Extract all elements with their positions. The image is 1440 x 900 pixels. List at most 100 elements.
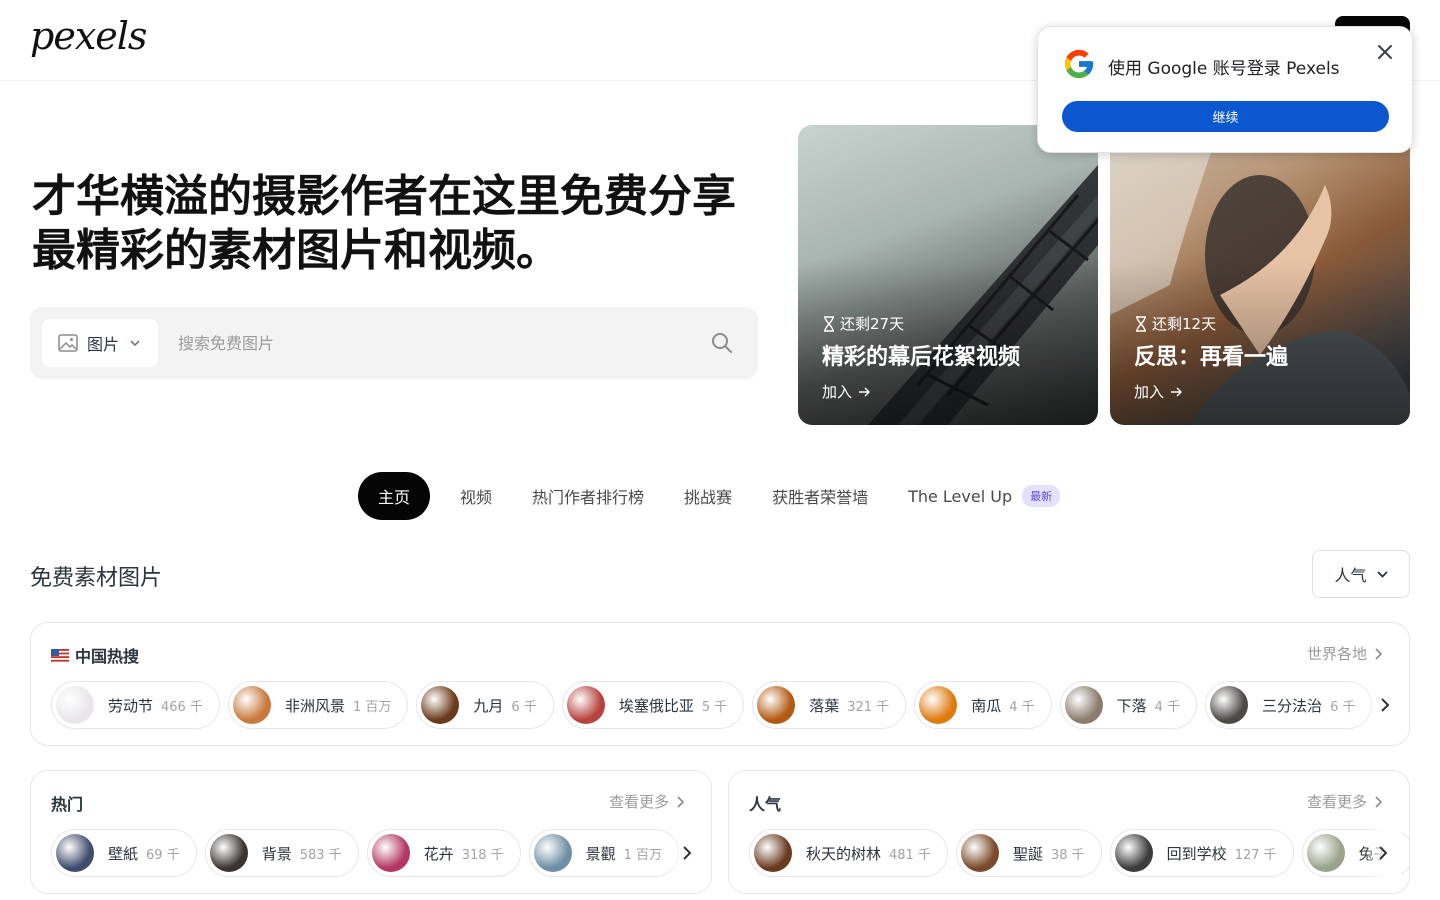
chip-thumbnail [209,834,248,872]
search-chip[interactable]: 三分法治 6 千 [1205,681,1373,729]
see-more-label: 查看更多 [609,793,670,811]
time-remaining: 还剩27天 [822,313,904,334]
see-more-link[interactable]: 世界各地 [1307,643,1383,664]
chip-count: 127 千 [1234,847,1277,863]
tab-level-up-label: The Level Up [908,486,1013,506]
search-chip[interactable]: 非洲风景 1 百万 [227,681,409,729]
challenge-title: 反思：再看一遍 [1134,345,1289,370]
hot-panel: 热门 查看更多 壁紙 69 千 背景 583 千 花卉 318 千 景觀 1 百万 [30,770,712,894]
tab-level-up[interactable]: The Level Up 最新 [888,472,1080,520]
panel-title: 热门 [51,791,83,815]
chip-thumbnail [1064,686,1103,724]
tab-hall-of-fame[interactable]: 获胜者荣誉墙 [752,472,888,520]
scroll-right-button[interactable] [1365,829,1401,877]
search-chip[interactable]: 壁紙 69 千 [51,829,197,877]
join-label: 加入 [1134,383,1165,401]
china-trending-panel: 中国热搜 世界各地 劳动节 466 千 非洲风景 1 百万 九月 6 千 埃塞俄比亚 5 千 落… [30,622,1410,746]
hourglass-icon [824,315,834,332]
chip-label: 回到学校 [1166,844,1227,863]
search-chip[interactable]: 落葉 321 千 [752,681,907,729]
chip-count: 466 千 [161,699,203,715]
panel-title-text: 热门 [51,795,84,814]
panel-title-text: 人气 [749,795,782,814]
chip-count: 6 千 [1330,699,1356,715]
chevron-down-icon [1376,570,1388,578]
chevron-down-icon [130,340,140,346]
chip-list: 秋天的树林481 千聖誕38 千回到学校127 千兔子 [749,829,1409,877]
tab-challenges[interactable]: 挑战赛 [664,472,752,520]
chip-count: 1 百万 [352,699,392,715]
chip-label: 壁紙 [108,844,139,863]
search-icon[interactable] [710,331,734,355]
search-type-label: 图片 [87,335,120,354]
search-chip[interactable]: 回到学校 127 千 [1109,829,1294,877]
search-chip[interactable]: 劳动节 466 千 [51,681,220,729]
search-chip[interactable]: 下落 4 千 [1059,681,1198,729]
chip-thumbnail [1210,686,1249,724]
close-icon[interactable] [1374,41,1396,63]
panel-title-text: 中国热搜 [75,647,140,666]
continue-button[interactable]: 继续 [1062,101,1389,132]
chip-label: 南瓜 [971,696,1002,715]
search-chip[interactable]: 南瓜 4 千 [914,681,1052,729]
search-chip[interactable]: 花卉 318 千 [366,829,521,877]
chip-thumbnail [533,834,572,872]
chip-thumbnail [232,686,271,724]
search-chip[interactable]: 埃塞俄比亚 5 千 [561,681,745,729]
sort-dropdown[interactable]: 人气 [1312,550,1410,598]
panel-title: 人气 [749,791,781,815]
chip-label: 非洲风景 [284,696,345,715]
tab-leaderboard[interactable]: 热门作者排行榜 [512,472,664,520]
chip-count: 1 百万 [623,847,663,863]
panel-title: 中国热搜 [51,643,139,667]
join-link[interactable]: 加入 [822,381,871,402]
chip-count: 5 千 [701,699,728,715]
google-signin-popup: 使用 Google 账号登录 Pexels 继续 [1037,26,1413,153]
chip-count: 321 千 [847,699,890,715]
chip-thumbnail [1114,834,1153,872]
chip-label: 埃塞俄比亚 [618,696,694,715]
search-chip[interactable]: 景觀 1 百万 [528,829,680,877]
image-icon [58,334,78,352]
chip-thumbnail [421,686,460,724]
chip-label: 花卉 [423,844,454,863]
chip-count: 481 千 [889,847,931,863]
join-link[interactable]: 加入 [1134,381,1183,402]
search-type-dropdown[interactable]: 图片 [42,319,158,367]
chip-label: 落葉 [809,696,840,715]
chip-count: 318 千 [461,847,504,863]
time-remaining: 还剩12天 [1134,313,1216,334]
chevron-right-icon [1378,846,1387,860]
chevron-right-icon [1375,647,1383,660]
chip-label: 下落 [1116,696,1147,715]
chip-thumbnail [919,686,958,724]
search-chip[interactable]: 九月 6 千 [416,681,554,729]
chevron-right-icon [1375,795,1383,808]
google-logo-icon [1064,49,1094,79]
pexels-logo[interactable]: pexels [30,14,147,58]
chip-label: 三分法治 [1262,696,1323,715]
search-chip[interactable]: 秋天的树林 481 千 [749,829,948,877]
chip-thumbnail [371,834,410,872]
arrow-right-icon [859,387,871,396]
search-chip[interactable]: 聖誕 38 千 [955,829,1102,877]
challenge-card[interactable]: 还剩27天 精彩的幕后花絮视频 加入 [798,125,1098,425]
chip-thumbnail [754,834,792,872]
chip-thumbnail [56,834,94,872]
tab-home[interactable]: 主页 [358,472,431,520]
scroll-right-button[interactable] [1367,681,1403,729]
challenge-card[interactable]: 还剩12天 反思：再看一遍 加入 [1110,125,1410,425]
scroll-right-button[interactable] [669,829,705,877]
popular-panel: 人气 查看更多 秋天的树林481 千聖誕38 千回到学校127 千兔子 [728,770,1410,894]
see-more-link[interactable]: 查看更多 [1307,791,1383,812]
tab-videos[interactable]: 视频 [440,472,512,520]
section-title: 免费素材图片 [30,566,163,591]
search-chip[interactable]: 背景 583 千 [204,829,359,877]
chip-label: 九月 [473,696,504,715]
time-remaining-text: 还剩27天 [840,315,905,333]
chip-thumbnail [1306,834,1345,872]
new-badge: 最新 [1022,485,1061,507]
see-more-label: 世界各地 [1307,645,1368,663]
see-more-link[interactable]: 查看更多 [609,791,685,812]
search-input[interactable] [178,319,698,367]
